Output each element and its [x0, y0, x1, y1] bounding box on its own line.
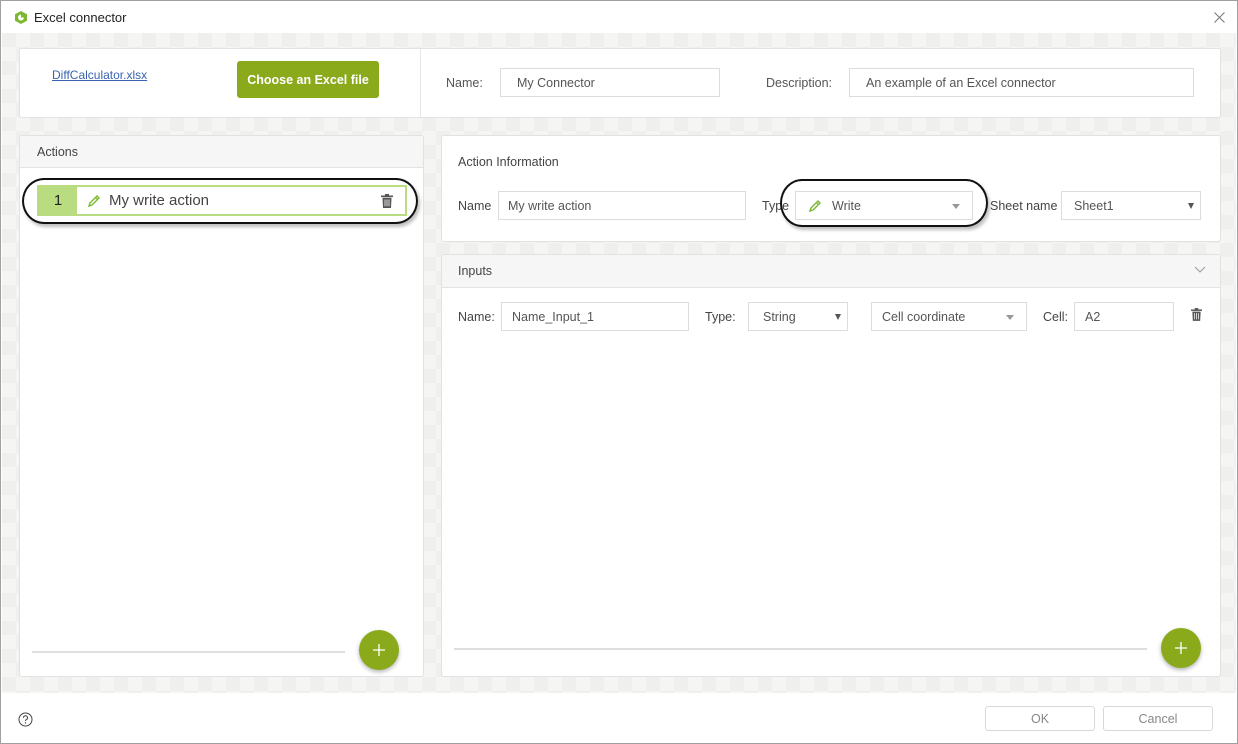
- trash-icon[interactable]: [1191, 308, 1202, 321]
- action-number: 1: [39, 187, 77, 214]
- trash-icon[interactable]: [381, 194, 393, 208]
- input-mode-value: Cell coordinate: [882, 310, 966, 324]
- window-title: Excel connector: [34, 10, 127, 25]
- action-information-title: Action Information: [458, 155, 559, 169]
- input-type-value: String: [763, 310, 796, 324]
- content-area: DiffCalculator.xlsx Choose an Excel file…: [2, 33, 1236, 693]
- excel-connector-dialog: Excel connector DiffCalculator.xlsx Choo…: [0, 0, 1238, 744]
- dialog-footer: OK Cancel: [2, 693, 1236, 743]
- action-list-item[interactable]: 1 My write action: [37, 185, 407, 216]
- inputs-header[interactable]: Inputs: [442, 255, 1220, 288]
- divider: [32, 651, 345, 653]
- action-information-panel: Action Information Name My write action …: [441, 135, 1221, 242]
- pencil-icon: [808, 200, 821, 213]
- sheet-name-value: Sheet1: [1074, 199, 1114, 213]
- plus-icon: [1175, 642, 1187, 654]
- sheet-name-select[interactable]: Sheet1: [1061, 191, 1201, 220]
- close-icon: [1213, 11, 1225, 23]
- connector-name-input[interactable]: My Connector: [500, 68, 720, 97]
- chevron-down-icon: [835, 314, 841, 320]
- action-type-label: Type: [762, 199, 790, 213]
- title-bar: Excel connector: [1, 1, 1237, 33]
- connector-settings-card: DiffCalculator.xlsx Choose an Excel file…: [19, 48, 1221, 118]
- chevron-down-icon[interactable]: [1194, 266, 1206, 274]
- input-name-field[interactable]: Name_Input_1: [501, 302, 689, 331]
- connector-description-label: Description:: [766, 76, 832, 90]
- sheet-name-label: Sheet name: [990, 199, 1058, 213]
- chevron-down-icon: [1006, 315, 1014, 320]
- add-action-button[interactable]: [359, 630, 399, 670]
- cell-label: Cell:: [1043, 310, 1069, 324]
- help-icon[interactable]: [18, 712, 33, 727]
- input-name-label: Name:: [458, 310, 495, 324]
- action-name-input[interactable]: My write action: [498, 191, 746, 220]
- cancel-button[interactable]: Cancel: [1103, 706, 1213, 731]
- choose-excel-file-button[interactable]: Choose an Excel file: [237, 61, 379, 98]
- connector-logo-icon: [15, 11, 27, 24]
- connector-description-input[interactable]: An example of an Excel connector: [849, 68, 1194, 97]
- inputs-panel: Inputs Name: Name_Input_1 Type: String C…: [441, 254, 1221, 677]
- action-type-value: Write: [832, 199, 861, 213]
- inputs-title: Inputs: [458, 264, 493, 278]
- actions-header: Actions: [20, 136, 423, 168]
- cell-input[interactable]: A2: [1074, 302, 1174, 331]
- excel-file-link[interactable]: DiffCalculator.xlsx: [52, 68, 147, 82]
- action-label: My write action: [109, 192, 210, 209]
- plus-icon: [373, 644, 385, 656]
- connector-name-label: Name:: [446, 76, 483, 90]
- close-button[interactable]: [1209, 7, 1229, 27]
- chevron-down-icon: [1188, 203, 1194, 209]
- action-name-label: Name: [458, 199, 492, 213]
- input-type-select[interactable]: String: [748, 302, 848, 331]
- ok-button[interactable]: OK: [985, 706, 1095, 731]
- add-input-button[interactable]: [1161, 628, 1201, 668]
- input-type-label: Type:: [705, 310, 736, 324]
- input-mode-select[interactable]: Cell coordinate: [871, 302, 1027, 331]
- actions-panel: Actions 1 My write action: [19, 135, 424, 677]
- divider: [454, 648, 1147, 650]
- actions-title: Actions: [37, 144, 78, 159]
- pencil-icon: [87, 194, 100, 207]
- chevron-down-icon: [952, 204, 960, 209]
- divider: [420, 49, 421, 117]
- action-type-select[interactable]: Write: [795, 191, 973, 220]
